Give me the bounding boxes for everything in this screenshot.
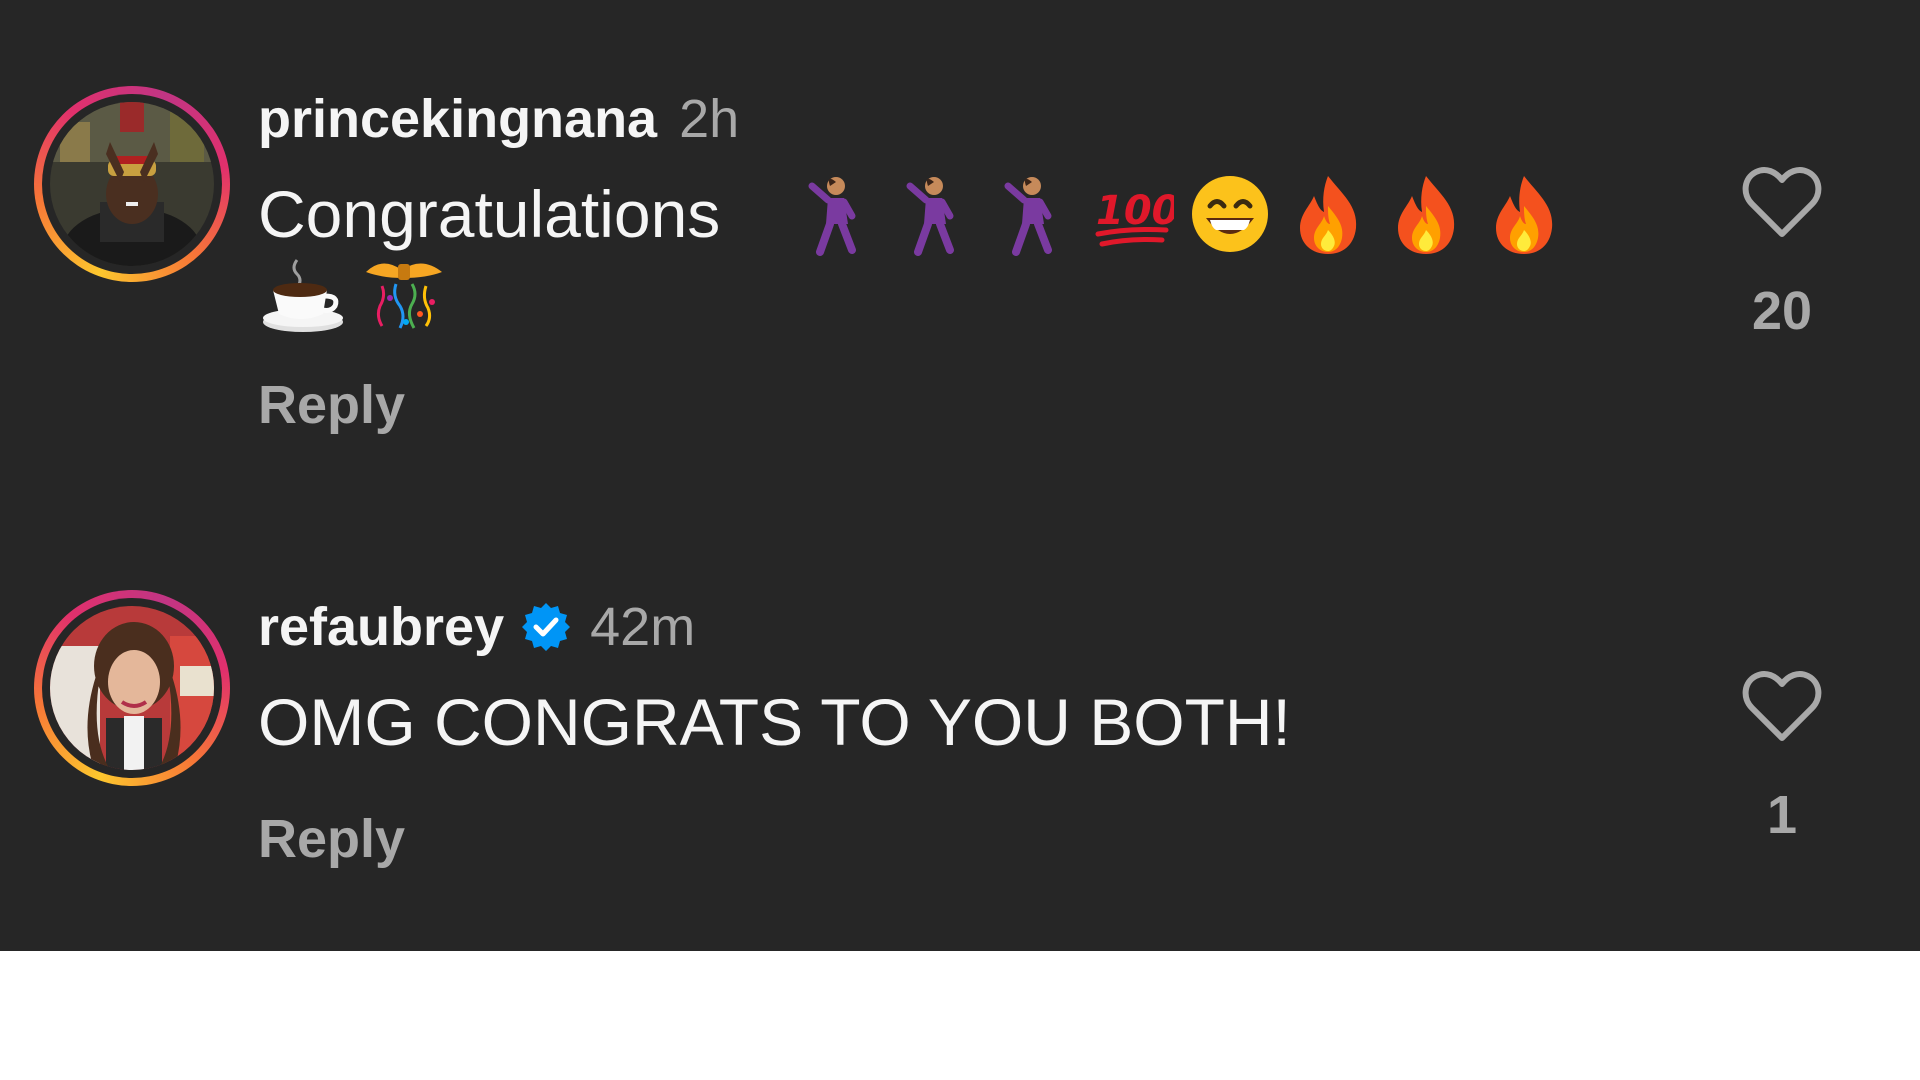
username[interactable]: princekingnana: [258, 88, 657, 150]
comment-body: OMG CONGRATS TO YOU BOTH!: [258, 685, 1291, 759]
grinning-face-emoji: [1192, 176, 1268, 252]
like-count: 1: [1766, 785, 1798, 845]
hot-beverage-emoji: [263, 259, 343, 332]
confetti-ball-emoji: [366, 263, 442, 329]
avatar: [50, 606, 214, 770]
comment-header: princekingnana 2h: [258, 86, 739, 152]
emoji-row: 100: [796, 172, 1580, 256]
fire-emoji: [1496, 176, 1553, 254]
like-column: 1: [1740, 668, 1824, 846]
man-dancing-emoji: [808, 177, 856, 256]
timestamp: 42m: [590, 597, 696, 657]
hundred-points-emoji: 100: [1095, 188, 1174, 247]
avatar-story-ring[interactable]: [34, 590, 230, 786]
avatar: [50, 102, 214, 266]
comment-text: OMG CONGRATS TO YOU BOTH!: [258, 676, 1638, 768]
username[interactable]: refaubrey: [258, 596, 504, 658]
emoji-row-2: [258, 252, 460, 336]
reply-button[interactable]: Reply: [258, 374, 405, 436]
avatar-story-ring[interactable]: [34, 86, 230, 282]
timestamp: 2h: [679, 89, 740, 149]
reply-button[interactable]: Reply: [258, 808, 405, 870]
man-dancing-emoji: [1004, 177, 1052, 256]
man-dancing-emoji: [906, 177, 954, 256]
fire-emoji: [1300, 176, 1357, 254]
verified-badge-icon: [522, 603, 571, 651]
like-column: 20: [1740, 164, 1824, 342]
comment-body: Congratulations: [258, 177, 721, 251]
heart-icon[interactable]: [1740, 668, 1824, 744]
like-count: 20: [1751, 281, 1813, 341]
svg-text:100: 100: [1096, 188, 1174, 234]
heart-icon[interactable]: [1740, 164, 1824, 240]
comments-panel: princekingnana 2h Congratulations 100 Re…: [0, 0, 1920, 951]
fire-emoji: [1398, 176, 1455, 254]
comment-header: refaubrey 42m: [258, 594, 695, 660]
